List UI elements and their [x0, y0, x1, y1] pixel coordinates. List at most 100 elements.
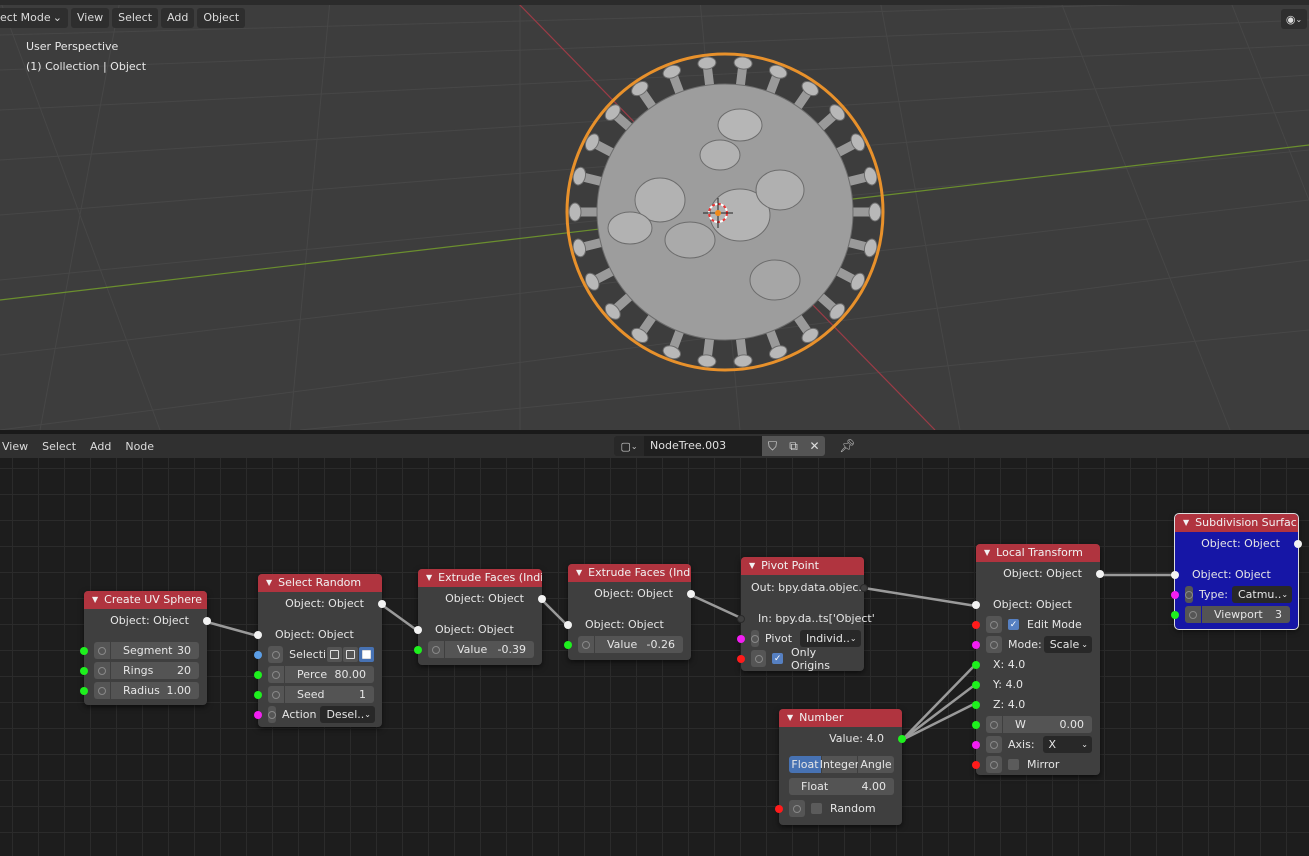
pivot-dropdown[interactable]: Individ.. ⌄	[800, 630, 861, 647]
collapse-triangle-icon[interactable]: ▼	[92, 595, 98, 604]
node-header[interactable]: ▼ Select Random	[258, 574, 382, 592]
seed-field[interactable]: Seed 1	[285, 686, 374, 703]
output-socket-object[interactable]	[1096, 570, 1104, 578]
socket-toggle-button[interactable]	[268, 706, 276, 723]
input-socket-object[interactable]	[972, 601, 980, 609]
socket-toggle-button[interactable]	[986, 736, 1002, 753]
mirror-checkbox[interactable]	[1008, 759, 1019, 770]
collapse-triangle-icon[interactable]: ▼	[787, 713, 793, 722]
output-socket-object[interactable]	[538, 595, 546, 603]
socket-toggle-button[interactable]	[986, 756, 1002, 773]
socket-toggle-button[interactable]	[789, 800, 805, 817]
node-menu-select[interactable]: Select	[35, 440, 83, 453]
menu-object[interactable]: Object	[197, 8, 246, 28]
socket-toggle-button[interactable]	[268, 646, 284, 663]
output-socket-object[interactable]	[1294, 540, 1302, 548]
socket-toggle-button[interactable]	[268, 686, 284, 703]
value-field[interactable]: Value -0.39	[445, 641, 534, 658]
input-socket-random[interactable]	[775, 805, 783, 813]
socket-toggle-button[interactable]	[578, 636, 594, 653]
node-extrude-faces-1[interactable]: ▼ Extrude Faces (Indi.. Object: Object Ob…	[414, 569, 546, 665]
node-menu-node[interactable]: Node	[118, 440, 161, 453]
socket-toggle-button[interactable]	[751, 650, 767, 667]
output-socket-object[interactable]	[687, 590, 695, 598]
node-select-random[interactable]: ▼ Select Random Object: Object Object: Ob…	[254, 574, 386, 727]
menu-add[interactable]: Add	[161, 8, 195, 28]
mode-float-button[interactable]: Float	[789, 756, 821, 773]
socket-toggle-button[interactable]	[94, 682, 110, 699]
node-header[interactable]: ▼ Extrude Faces (Indi..	[568, 564, 691, 582]
mode-angle-button[interactable]: Angle	[858, 756, 894, 773]
collapse-triangle-icon[interactable]: ▼	[266, 578, 272, 587]
socket-toggle-button[interactable]	[94, 662, 110, 679]
node-local-transform[interactable]: ▼ Local Transform Object: Object Object: …	[972, 544, 1104, 775]
node-tree-type-button[interactable]: ▢ ⌄	[614, 436, 644, 456]
node-menu-add[interactable]: Add	[83, 440, 118, 453]
input-socket-edit-mode[interactable]	[972, 621, 980, 629]
viewport-levels-field[interactable]: Viewport 3	[1202, 606, 1290, 623]
node-pivot-point[interactable]: ▼ Pivot Point Out: bpy.data.objec.. In: b…	[737, 557, 875, 672]
input-socket-value[interactable]	[414, 646, 422, 654]
input-socket-axis[interactable]	[972, 741, 980, 749]
socket-toggle-button[interactable]	[986, 636, 1002, 653]
input-socket-pivot[interactable]	[737, 635, 745, 643]
type-dropdown[interactable]: Catmu.. ⌄	[1231, 586, 1293, 603]
node-header[interactable]: ▼ Create UV Sphere	[84, 591, 207, 609]
socket-toggle-button[interactable]	[986, 716, 1002, 733]
menu-view[interactable]: View	[71, 8, 110, 28]
node-header[interactable]: ▼ Number	[779, 709, 902, 727]
input-socket-object[interactable]	[564, 621, 572, 629]
edit-mode-checkbox[interactable]: ✓	[1008, 619, 1019, 630]
mode-integer-button[interactable]: Integer	[820, 756, 859, 773]
collapse-triangle-icon[interactable]: ▼	[576, 568, 582, 577]
action-dropdown[interactable]: Desel.. ⌄	[320, 706, 375, 723]
input-socket-mirror[interactable]	[972, 761, 980, 769]
node-menu-view[interactable]: View	[0, 440, 35, 453]
value-field[interactable]: Value -0.26	[595, 636, 683, 653]
input-socket-z[interactable]	[972, 701, 980, 709]
input-socket-seed[interactable]	[254, 691, 262, 699]
w-field[interactable]: W 0.00	[1003, 716, 1092, 733]
collapse-triangle-icon[interactable]: ▼	[1183, 518, 1189, 527]
socket-toggle-button[interactable]	[268, 666, 284, 683]
select-edge-icon[interactable]	[343, 647, 358, 662]
input-socket-viewport[interactable]	[1171, 611, 1179, 619]
radius-field[interactable]: Radius 1.00	[111, 682, 199, 699]
node-number[interactable]: ▼ Number Value: 4.0 Float Integer Angle F…	[775, 709, 906, 825]
input-socket-radius[interactable]	[80, 687, 88, 695]
input-socket-w[interactable]	[972, 721, 980, 729]
input-socket-type[interactable]	[1171, 591, 1179, 599]
input-socket-x[interactable]	[972, 661, 980, 669]
output-socket-object[interactable]	[203, 617, 211, 625]
input-socket-percent[interactable]	[254, 671, 262, 679]
menu-select[interactable]: Select	[112, 8, 159, 28]
input-socket-object[interactable]	[254, 631, 262, 639]
rings-field[interactable]: Rings 20	[111, 662, 199, 679]
node-canvas[interactable]: ▼ Create UV Sphere Object: Object Segment…	[0, 458, 1309, 856]
segment-field[interactable]: Segment 30	[111, 642, 199, 659]
node-tree-name-field[interactable]: NodeTree.003	[644, 436, 762, 456]
node-header[interactable]: ▼ Subdivision Surfac..	[1175, 514, 1298, 532]
socket-toggle-button[interactable]	[94, 642, 110, 659]
output-socket-object[interactable]	[378, 600, 386, 608]
collapse-triangle-icon[interactable]: ▼	[426, 573, 432, 582]
pin-icon[interactable]: 📌︎	[839, 439, 856, 454]
duplicate-button[interactable]: ⧉	[783, 436, 804, 456]
collapse-triangle-icon[interactable]: ▼	[749, 561, 755, 570]
axis-dropdown[interactable]: X ⌄	[1042, 736, 1092, 753]
input-socket-object[interactable]	[1171, 571, 1179, 579]
socket-toggle-button[interactable]	[428, 641, 444, 658]
node-header[interactable]: ▼ Local Transform	[976, 544, 1100, 562]
interaction-mode-dropdown[interactable]: ect Mode ⌄	[0, 8, 68, 28]
input-socket-selection[interactable]	[254, 651, 262, 659]
input-socket-object[interactable]	[737, 615, 745, 623]
node-header[interactable]: ▼ Extrude Faces (Indi..	[418, 569, 542, 587]
random-checkbox[interactable]	[811, 803, 822, 814]
percent-field[interactable]: Perce 80.00	[285, 666, 374, 683]
node-create-uv-sphere[interactable]: ▼ Create UV Sphere Object: Object Segment…	[80, 591, 211, 705]
socket-toggle-button[interactable]	[1185, 586, 1193, 603]
input-socket-y[interactable]	[972, 681, 980, 689]
socket-toggle-button[interactable]	[986, 616, 1002, 633]
only-origins-checkbox[interactable]: ✓	[772, 653, 783, 664]
input-socket-mode[interactable]	[972, 641, 980, 649]
